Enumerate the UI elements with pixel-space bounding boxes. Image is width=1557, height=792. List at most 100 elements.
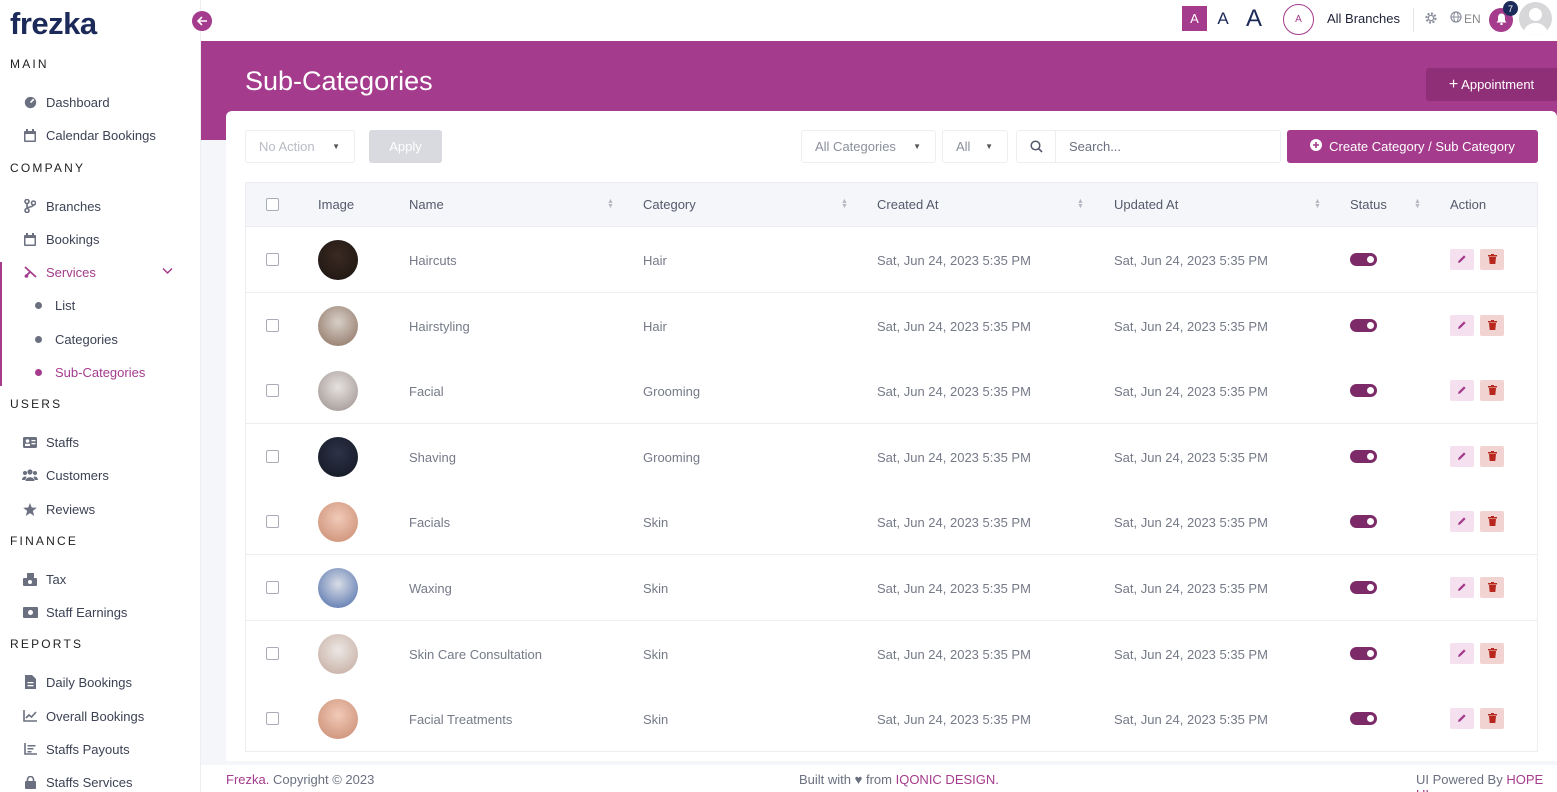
- status-toggle[interactable]: [1350, 712, 1377, 726]
- bullet-icon: [35, 302, 42, 309]
- sort-icon[interactable]: ▲ ▼: [607, 198, 614, 210]
- sort-icon[interactable]: ▲ ▼: [1077, 198, 1084, 210]
- row-checkbox[interactable]: [266, 253, 279, 266]
- apply-button[interactable]: Apply: [369, 130, 442, 163]
- branch-selector[interactable]: All Branches: [1327, 11, 1400, 26]
- footer-brand-link[interactable]: Frezka.: [226, 772, 269, 787]
- created-at: Sat, Jun 24, 2023 5:35 PM: [877, 384, 1031, 400]
- bell-icon: [1496, 13, 1507, 28]
- settings-gear-icon[interactable]: [1424, 11, 1438, 25]
- sidebar-item-branches[interactable]: Branches: [0, 192, 200, 220]
- sidebar-subitem-list[interactable]: List: [0, 292, 200, 318]
- search-icon[interactable]: [1016, 130, 1056, 163]
- column-header-updated-at[interactable]: Updated At: [1114, 197, 1178, 212]
- branch-avatar[interactable]: A: [1283, 4, 1314, 35]
- edit-button[interactable]: [1450, 445, 1474, 467]
- caret-down-icon: ▼: [913, 142, 921, 151]
- category-filter-select[interactable]: All Categories ▼: [801, 130, 936, 163]
- footer: Frezka. Copyright © 2023 Built with ♥ fr…: [201, 765, 1557, 792]
- edit-button[interactable]: [1450, 511, 1474, 533]
- edit-button[interactable]: [1450, 380, 1474, 402]
- status-filter-select[interactable]: All ▼: [942, 130, 1008, 163]
- row-checkbox[interactable]: [266, 712, 279, 726]
- section-finance: FINANCE: [10, 534, 79, 548]
- font-size-large-button[interactable]: A: [1243, 5, 1265, 32]
- status-toggle[interactable]: [1350, 253, 1377, 266]
- delete-button[interactable]: [1480, 249, 1504, 270]
- sidebar-item-bookings[interactable]: Bookings: [0, 225, 200, 253]
- delete-button[interactable]: [1480, 642, 1504, 664]
- status-toggle[interactable]: [1350, 581, 1377, 594]
- sidebar-item-staffs[interactable]: Staffs: [0, 428, 200, 456]
- column-header-name[interactable]: Name: [409, 197, 444, 212]
- pencil-icon: [1457, 449, 1467, 464]
- sort-icon[interactable]: ▲ ▼: [1414, 198, 1421, 210]
- status-toggle[interactable]: [1350, 449, 1377, 463]
- edit-button[interactable]: [1450, 708, 1474, 730]
- delete-button[interactable]: [1480, 445, 1504, 467]
- copyright-text: Copyright © 2023: [272, 772, 375, 787]
- chevron-down-icon[interactable]: [162, 264, 173, 278]
- iqonic-design-link[interactable]: IQONIC DESIGN.: [896, 772, 999, 787]
- bulk-action-select[interactable]: No Action ▼: [245, 130, 355, 163]
- star-icon: [22, 501, 38, 517]
- select-all-checkbox[interactable]: [266, 198, 279, 211]
- sidebar-item-reviews[interactable]: Reviews: [0, 495, 200, 523]
- status-toggle[interactable]: [1350, 318, 1377, 332]
- column-header-category[interactable]: Category: [643, 197, 696, 212]
- edit-button[interactable]: [1450, 314, 1474, 336]
- delete-button[interactable]: [1480, 708, 1504, 730]
- delete-button[interactable]: [1480, 314, 1504, 336]
- sidebar-item-overall-bookings[interactable]: Overall Bookings: [0, 702, 200, 730]
- delete-button[interactable]: [1480, 577, 1504, 598]
- delete-button[interactable]: [1480, 511, 1504, 533]
- sidebar-item-tax[interactable]: Tax: [0, 565, 200, 593]
- sidebar-subitem-sub-categories[interactable]: Sub-Categories: [0, 359, 200, 385]
- built-with-text: Built with ♥ from: [799, 772, 892, 787]
- add-appointment-button[interactable]: + Appointment: [1426, 68, 1557, 101]
- column-header-created-at[interactable]: Created At: [877, 197, 938, 212]
- status-toggle[interactable]: [1350, 515, 1377, 529]
- edit-button[interactable]: [1450, 577, 1474, 598]
- font-size-medium-button[interactable]: A: [1213, 6, 1233, 31]
- sidebar-item-label: Calendar Bookings: [46, 128, 156, 143]
- sidebar-subitem-categories[interactable]: Categories: [0, 326, 200, 352]
- bar-list-icon: [22, 741, 38, 757]
- row-checkbox[interactable]: [266, 449, 279, 463]
- row-checkbox[interactable]: [266, 581, 279, 594]
- sidebar-item-daily-bookings[interactable]: Daily Bookings: [0, 668, 200, 696]
- subcategory-category: Grooming: [643, 384, 701, 400]
- table-row: Facial Treatments Skin Sat, Jun 24, 2023 5…: [245, 686, 1538, 753]
- create-category-button[interactable]: Create Category / Sub Category: [1287, 130, 1538, 163]
- frezka-logo[interactable]: frezka: [10, 6, 97, 42]
- edit-button[interactable]: [1450, 249, 1474, 270]
- collapse-sidebar-button[interactable]: [192, 11, 212, 31]
- sidebar-item-staffs-services[interactable]: Staffs Services: [0, 768, 200, 792]
- status-toggle[interactable]: [1350, 646, 1377, 660]
- sidebar-item-dashboard[interactable]: Dashboard: [0, 88, 200, 116]
- sidebar-item-staff-earnings[interactable]: Staff Earnings: [0, 598, 200, 626]
- sort-icon[interactable]: ▲ ▼: [841, 198, 848, 210]
- sidebar-item-staffs-payouts[interactable]: Staffs Payouts: [0, 735, 200, 763]
- font-size-small-button[interactable]: A: [1182, 6, 1207, 31]
- row-checkbox[interactable]: [266, 646, 279, 660]
- line-chart-icon: [22, 708, 38, 724]
- column-header-status[interactable]: Status: [1350, 197, 1387, 212]
- row-checkbox[interactable]: [266, 384, 279, 398]
- sidebar-item-services[interactable]: Services: [0, 258, 200, 286]
- delete-button[interactable]: [1480, 380, 1504, 402]
- sort-icon[interactable]: ▲ ▼: [1314, 198, 1321, 210]
- search-input[interactable]: [1055, 130, 1281, 163]
- language-selector[interactable]: EN: [1450, 11, 1481, 26]
- row-checkbox[interactable]: [266, 318, 279, 332]
- sidebar-item-label: Overall Bookings: [46, 709, 145, 724]
- pencil-icon: [1457, 318, 1467, 333]
- divider: [1413, 8, 1414, 32]
- user-avatar[interactable]: [1519, 2, 1552, 35]
- row-checkbox[interactable]: [266, 515, 279, 529]
- edit-button[interactable]: [1450, 642, 1474, 664]
- notification-count-badge: 7: [1503, 1, 1518, 16]
- sidebar-item-calendar-bookings[interactable]: Calendar Bookings: [0, 121, 200, 149]
- sidebar-item-customers[interactable]: Customers: [0, 461, 200, 489]
- status-toggle[interactable]: [1350, 384, 1377, 398]
